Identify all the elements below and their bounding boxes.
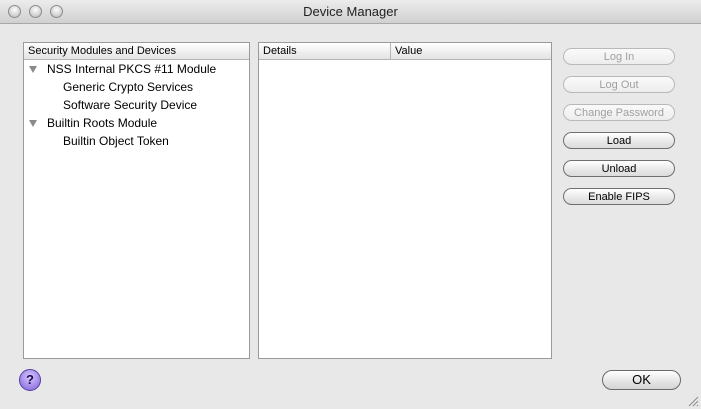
tree-item-software-security-device[interactable]: Software Security Device [24,96,249,114]
tree-item-label: Generic Crypto Services [63,80,194,94]
ok-button[interactable]: OK [602,370,681,390]
tree-item-label: Software Security Device [63,98,198,112]
value-column-header[interactable]: Value [391,43,422,59]
log-out-button[interactable]: Log Out [563,76,675,93]
tree-item-label: Builtin Roots Module [47,116,158,130]
tree-column-header[interactable]: Security Modules and Devices [24,43,176,59]
disclosure-triangle-icon[interactable] [29,66,37,73]
load-button[interactable]: Load [563,132,675,149]
help-button[interactable]: ? [19,369,41,391]
log-in-button[interactable]: Log In [563,48,675,65]
details-table[interactable]: Details Value [258,42,552,359]
change-password-button[interactable]: Change Password [563,104,675,121]
title-bar: Device Manager [0,0,701,24]
window-title: Device Manager [303,4,398,19]
enable-fips-button[interactable]: Enable FIPS [563,188,675,205]
tree-item-builtin-object-token[interactable]: Builtin Object Token [24,132,249,150]
disclosure-triangle-icon[interactable] [29,120,37,127]
tree-item-label: NSS Internal PKCS #11 Module [47,62,217,76]
details-column-header[interactable]: Details [259,43,391,59]
tree-item-generic-crypto-services[interactable]: Generic Crypto Services [24,78,249,96]
tree-item-label: Builtin Object Token [63,134,169,148]
tree-item-nss-internal-module[interactable]: NSS Internal PKCS #11 Module [24,60,249,78]
details-header: Details Value [259,43,551,60]
device-manager-window: Device Manager Security Modules and Devi… [0,0,701,409]
unload-button[interactable]: Unload [563,160,675,177]
security-modules-tree[interactable]: Security Modules and Devices NSS Interna… [23,42,250,359]
tree-header: Security Modules and Devices [24,43,249,60]
resize-grip-icon[interactable] [687,395,699,407]
tree-item-builtin-roots-module[interactable]: Builtin Roots Module [24,114,249,132]
